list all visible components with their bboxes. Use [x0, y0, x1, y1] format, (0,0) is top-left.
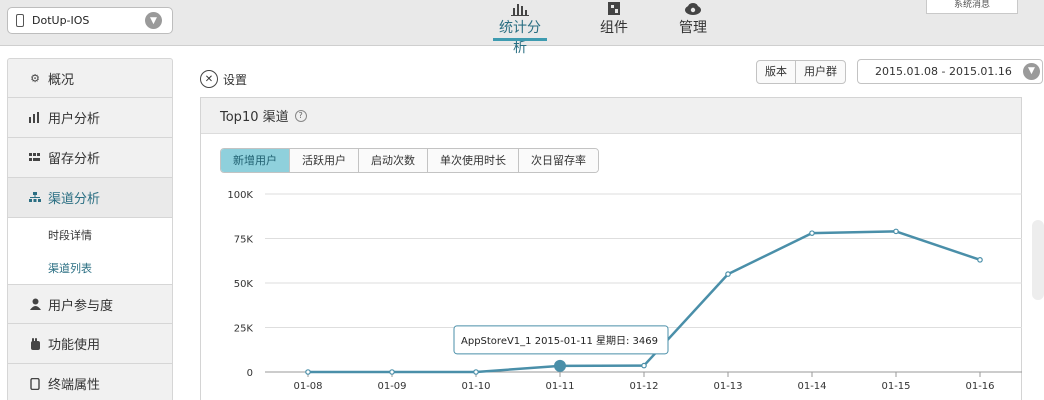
data-point	[893, 228, 899, 235]
data-point	[473, 369, 479, 375]
x-tick-label: 01-10	[461, 381, 490, 392]
y-tick-label: 50K	[234, 279, 254, 290]
y-tick-label: 100K	[227, 190, 253, 201]
data-point	[809, 230, 815, 236]
data-point	[641, 362, 647, 369]
y-tick-label: 75K	[234, 235, 254, 246]
data-point	[725, 271, 731, 277]
y-tick-label: 0	[247, 368, 253, 379]
line-chart: 0 25K 50K 75K 100K 01-08 01-09 01-10 01-11 01-12 0…	[227, 190, 1022, 392]
data-point	[977, 257, 983, 263]
data-point	[554, 359, 566, 372]
x-tick-label: 01-12	[629, 381, 658, 392]
y-tick-label: 25K	[234, 324, 254, 335]
x-tick-label: 01-09	[377, 381, 406, 392]
data-point	[389, 369, 395, 375]
tooltip-text: AppStoreV1_1 2015-01-11 星期日: 3469	[461, 335, 658, 347]
x-tick-label: 01-11	[545, 381, 574, 392]
scrollbar[interactable]	[1032, 220, 1044, 300]
data-point	[305, 369, 311, 375]
x-tick-label: 01-14	[797, 381, 826, 392]
x-tick-label: 01-15	[881, 381, 910, 392]
x-tick-label: 01-13	[713, 381, 742, 392]
x-tick-label: 01-08	[293, 381, 322, 392]
x-tick-label: 01-16	[965, 381, 994, 392]
